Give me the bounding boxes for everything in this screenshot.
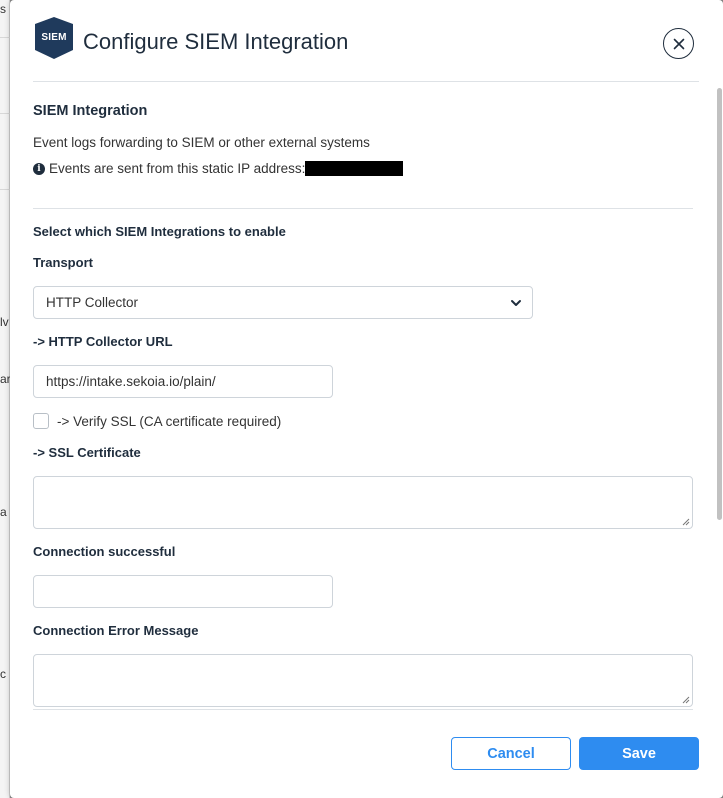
logo-text: SIEM bbox=[41, 32, 67, 43]
transport-label: Transport bbox=[33, 255, 93, 270]
siem-config-modal: SIEM Configure SIEM Integration SIEM Int… bbox=[10, 0, 723, 798]
transport-select[interactable]: HTTP Collector bbox=[33, 286, 533, 319]
background-divider bbox=[0, 113, 10, 114]
background-text-fragment: ar bbox=[0, 372, 10, 386]
background-text-fragment: s bbox=[0, 2, 6, 16]
section-divider bbox=[33, 208, 693, 209]
static-ip-notice: i Events are sent from this static IP ad… bbox=[33, 161, 404, 176]
ssl-certificate-label: -> SSL Certificate bbox=[33, 445, 141, 460]
background-divider bbox=[0, 37, 10, 38]
section-title: SIEM Integration bbox=[33, 103, 148, 119]
background-text-fragment: c bbox=[0, 667, 6, 681]
resize-grip-icon[interactable] bbox=[682, 518, 690, 526]
modal-scrollbar[interactable] bbox=[717, 88, 722, 520]
static-ip-text: Events are sent from this static IP addr… bbox=[49, 161, 306, 176]
background-page: s lv ar a c bbox=[0, 0, 10, 798]
close-icon bbox=[673, 38, 684, 49]
http-collector-url-label: -> HTTP Collector URL bbox=[33, 334, 173, 349]
section-description: Event logs forwarding to SIEM or other e… bbox=[33, 135, 370, 150]
cancel-button[interactable]: Cancel bbox=[451, 737, 571, 770]
close-button[interactable] bbox=[663, 28, 694, 59]
ssl-certificate-textarea[interactable] bbox=[33, 476, 693, 529]
http-collector-url-input[interactable] bbox=[33, 365, 333, 398]
verify-ssl-row[interactable]: -> Verify SSL (CA certificate required) bbox=[33, 413, 281, 429]
modal-body[interactable]: SIEM Integration Event logs forwarding t… bbox=[33, 83, 693, 710]
transport-selected-value: HTTP Collector bbox=[46, 295, 139, 310]
background-text-fragment: lv bbox=[0, 315, 9, 329]
connection-successful-label: Connection successful bbox=[33, 544, 176, 559]
resize-grip-icon[interactable] bbox=[682, 696, 690, 704]
verify-ssl-checkbox[interactable] bbox=[33, 413, 49, 429]
info-circle-icon: i bbox=[33, 162, 45, 175]
connection-error-textarea[interactable] bbox=[33, 654, 693, 707]
modal-header: SIEM Configure SIEM Integration bbox=[33, 16, 699, 82]
redacted-ip-address bbox=[305, 161, 404, 176]
background-divider bbox=[0, 189, 10, 190]
verify-ssl-label: -> Verify SSL (CA certificate required) bbox=[57, 413, 282, 429]
modal-title: Configure SIEM Integration bbox=[83, 29, 349, 54]
background-text-fragment: a bbox=[0, 505, 7, 519]
chevron-down-icon bbox=[511, 300, 521, 306]
enable-heading: Select which SIEM Integrations to enable bbox=[33, 224, 286, 239]
connection-error-label: Connection Error Message bbox=[33, 623, 199, 638]
siem-logo: SIEM bbox=[33, 16, 75, 60]
connection-successful-input[interactable] bbox=[33, 575, 333, 608]
save-button[interactable]: Save bbox=[579, 737, 699, 770]
